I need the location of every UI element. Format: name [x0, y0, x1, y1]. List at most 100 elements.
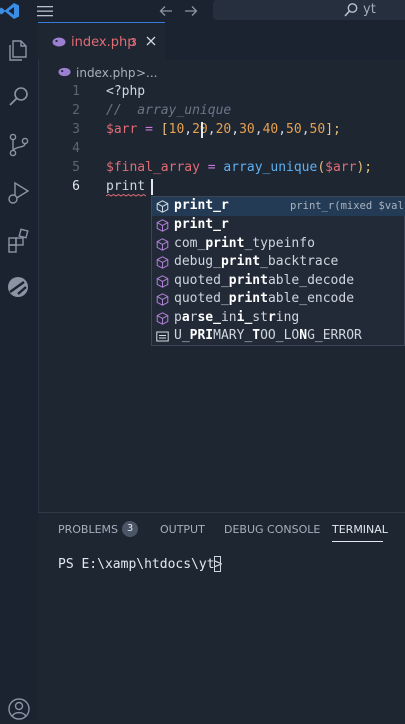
tab-problem-count: 3 [130, 36, 137, 49]
token: = [137, 122, 161, 137]
method-icon [156, 293, 169, 306]
line-number: 1 [72, 84, 80, 99]
suggestion-label: print_r [174, 198, 229, 213]
suggestion-label: print_r [174, 217, 229, 232]
method-icon [156, 256, 169, 269]
token: ); [356, 160, 373, 175]
run-debug-icon[interactable] [4, 177, 34, 207]
tab-output[interactable]: OUTPUT [160, 523, 205, 536]
suggestion-item[interactable]: parse_ini_string [152, 309, 405, 328]
suggestion-item[interactable]: quoted_printable_encode [152, 290, 405, 309]
tab-terminal[interactable]: TERMINAL [332, 523, 388, 536]
suggestion-item[interactable]: debug_print_backtrace [152, 253, 405, 272]
line-number: 2 [72, 103, 80, 118]
php-elephant-icon [58, 67, 71, 77]
method-icon [156, 237, 169, 251]
breadcrumb-more[interactable]: ... [146, 66, 157, 80]
code-line-5: $final_array = array_unique($arr); [106, 160, 372, 175]
tab-debug-console[interactable]: DEBUG CONSOLE [224, 523, 320, 536]
code-line-3: $arr = [10,20,20,30,40,50,50]; [106, 122, 341, 137]
terminal-prompt[interactable]: PS E:\xamp\htdocs\yt> [58, 557, 230, 572]
code-line-1: <?php [106, 84, 145, 99]
suggestion-label: U_PRIMARY_TOO_LONG_ERROR [174, 328, 362, 343]
token: , [301, 122, 310, 137]
search-text: yt [363, 2, 376, 17]
problems-count-badge: 3 [122, 521, 138, 537]
terminal-cursor [214, 556, 221, 572]
token: ( [317, 160, 326, 175]
suggestion-label: quoted_printable_decode [174, 272, 355, 288]
suggestion-label: quoted_printable_encode [174, 291, 355, 306]
source-control-icon[interactable] [4, 130, 34, 160]
line-number: 5 [72, 160, 80, 175]
token: 10 [168, 122, 185, 137]
text-cursor [151, 179, 153, 195]
token: , [207, 122, 216, 137]
token: ]; [325, 122, 341, 137]
suggestion-item[interactable]: print_r [152, 216, 405, 235]
suggestion-item[interactable]: U_PRIMARY_TOO_LONG_ERROR [152, 327, 405, 346]
token: $final_array [106, 160, 200, 175]
token: array_unique [223, 160, 318, 175]
line-number: 3 [72, 122, 80, 137]
token: [ [160, 122, 169, 137]
suggestion-item[interactable]: print_r print_r(mixed $val [152, 197, 405, 216]
token: 30 [239, 122, 255, 137]
token: , [254, 122, 263, 137]
line-number: 4 [72, 141, 80, 156]
php-elephant-icon [52, 37, 66, 47]
close-icon[interactable] [145, 35, 157, 47]
token: , [184, 122, 193, 137]
command-center-search[interactable]: yt [213, 0, 405, 20]
vscode-logo-icon [0, 3, 19, 19]
bottom-panel: PROBLEMS 3 OUTPUT DEBUG CONSOLE TERMINAL… [38, 512, 405, 721]
tab-file-name: index.php [71, 35, 136, 50]
code-line-6: print [106, 179, 145, 194]
token: 50 [286, 122, 302, 137]
menu-icon[interactable] [36, 4, 54, 18]
token: , [231, 122, 240, 137]
tab-index-php[interactable]: index.php 3 [38, 22, 165, 60]
suggestion-item[interactable]: com_print_typeinfo [152, 235, 405, 254]
active-tab-indicator [332, 541, 383, 542]
suggestion-label: com_print_typeinfo [174, 235, 315, 251]
suggest-widget: print_r print_r(mixed $val print_r com_prin… [151, 196, 405, 346]
line-number-current: 6 [72, 179, 80, 194]
suggestion-detail: print_r(mixed $val [290, 200, 404, 212]
token: print [106, 179, 146, 194]
token: 40 [262, 122, 279, 137]
tab-problems[interactable]: PROBLEMS [58, 523, 118, 536]
token: 20 [215, 122, 232, 137]
code-line-2: // array_unique [106, 103, 231, 118]
breadcrumb-separator: > [136, 66, 147, 80]
token: , [278, 122, 287, 137]
method-icon [156, 200, 169, 213]
search-icon[interactable] [4, 82, 34, 112]
remote-explorer-icon[interactable] [4, 272, 34, 302]
suggestion-label: debug_print_backtrace [174, 254, 339, 269]
editor-tabs: index.php 3 [38, 22, 405, 60]
explorer-icon[interactable] [4, 35, 34, 65]
method-icon [156, 311, 169, 325]
token: // array_unique [106, 103, 232, 118]
method-icon [156, 219, 169, 232]
constant-icon [156, 331, 169, 342]
token: <?php [106, 84, 146, 99]
activity-bar [0, 22, 39, 720]
token: = [199, 160, 224, 175]
arrow-left-icon[interactable] [158, 3, 174, 19]
token: $arr [106, 122, 138, 137]
breadcrumb-file[interactable]: index.php [76, 66, 135, 80]
error-squiggle [106, 194, 146, 197]
extensions-icon[interactable] [4, 226, 34, 256]
suggestion-label: parse_ini_string [174, 309, 300, 325]
token: $arr [325, 160, 357, 175]
title-bar: yt [0, 0, 405, 22]
token: 20 [192, 122, 208, 137]
token: 50 [309, 122, 326, 137]
arrow-right-icon[interactable] [183, 3, 199, 19]
text-cursor [201, 122, 203, 138]
method-icon [156, 274, 169, 288]
search-icon [344, 3, 358, 17]
suggestion-item[interactable]: quoted_printable_decode [152, 272, 405, 291]
